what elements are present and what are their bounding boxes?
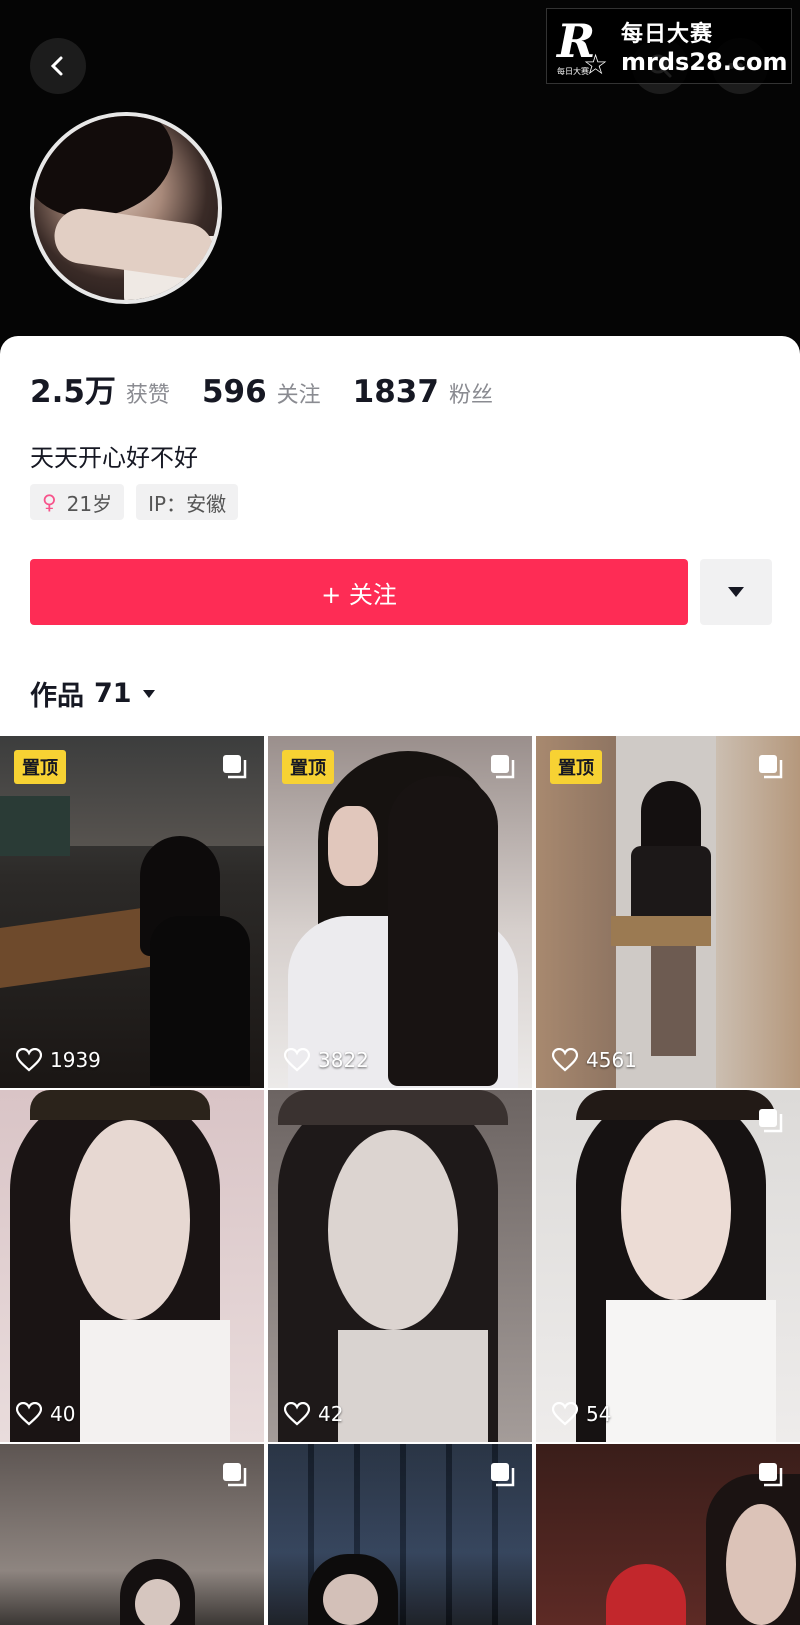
post-likes: 40: [16, 1402, 75, 1426]
post-likes: 54: [552, 1402, 611, 1426]
multi-image-icon: [759, 1109, 783, 1133]
likes-count[interactable]: 2.5万: [30, 366, 116, 411]
following-label: 关注: [276, 383, 321, 408]
post-likes: 42: [284, 1402, 343, 1426]
heart-icon: [16, 1402, 42, 1426]
watermark-domain: mrds28.com: [621, 48, 788, 76]
post-tile[interactable]: [268, 1444, 532, 1625]
post-likes: 1939: [16, 1048, 101, 1072]
gender-female-icon: ♀: [42, 490, 57, 514]
ip-tag: IP：安徽: [136, 484, 239, 520]
works-tab[interactable]: 作品 71: [30, 674, 156, 713]
heart-icon: [552, 1402, 578, 1426]
multi-image-icon: [491, 1463, 515, 1487]
followers-count[interactable]: 1837: [353, 374, 439, 410]
likes-label: 获赞: [125, 383, 170, 408]
heart-icon: [284, 1402, 310, 1426]
multi-image-icon: [223, 1463, 247, 1487]
pinned-badge: 置顶: [550, 750, 602, 784]
tags-row: ♀ 21岁 IP：安徽: [30, 484, 239, 520]
post-tile[interactable]: 42: [268, 1090, 532, 1442]
heart-icon: [16, 1048, 42, 1072]
multi-image-icon: [223, 755, 247, 779]
post-likes: 4561: [552, 1048, 637, 1072]
post-tile[interactable]: 40: [0, 1090, 264, 1442]
post-tile[interactable]: 置顶 4561: [536, 736, 800, 1088]
age-tag: ♀ 21岁: [30, 484, 125, 520]
back-button[interactable]: [30, 38, 86, 94]
works-grid: 置顶 1939 置顶 3822 置顶 4561 40 42 54: [0, 736, 800, 1625]
stats-row: 2.5万 获赞 596 关注 1837 粉丝: [30, 366, 525, 411]
back-icon: [50, 56, 63, 76]
post-tile[interactable]: 置顶 1939: [0, 736, 264, 1088]
follow-button[interactable]: + 关注: [30, 559, 688, 625]
post-tile[interactable]: [536, 1444, 800, 1625]
post-tile[interactable]: [0, 1444, 264, 1625]
watermark-logo: R ☆ 每日大赛: [557, 14, 609, 81]
recommend-dropdown-button[interactable]: [700, 559, 772, 625]
heart-icon: [284, 1048, 310, 1072]
chevron-down-icon: [142, 689, 155, 698]
multi-image-icon: [759, 755, 783, 779]
post-tile[interactable]: 54: [536, 1090, 800, 1442]
followers-label: 粉丝: [448, 383, 493, 408]
pinned-badge: 置顶: [14, 750, 66, 784]
post-likes: 3822: [284, 1048, 369, 1072]
profile-card: 2.5万 获赞 596 关注 1837 粉丝 天天开心好不好 ♀ 21岁 IP：…: [0, 336, 800, 736]
dropdown-icon: [728, 587, 744, 597]
multi-image-icon: [759, 1463, 783, 1487]
multi-image-icon: [491, 755, 515, 779]
watermark-brand: 每日大赛: [621, 22, 714, 47]
bio-text: 天天开心好不好: [30, 444, 198, 472]
watermark: R ☆ 每日大赛 每日大赛 mrds28.com: [546, 8, 792, 84]
pinned-badge: 置顶: [282, 750, 334, 784]
avatar[interactable]: [30, 112, 222, 304]
heart-icon: [552, 1048, 578, 1072]
post-tile[interactable]: 置顶 3822: [268, 736, 532, 1088]
following-count[interactable]: 596: [202, 374, 267, 410]
